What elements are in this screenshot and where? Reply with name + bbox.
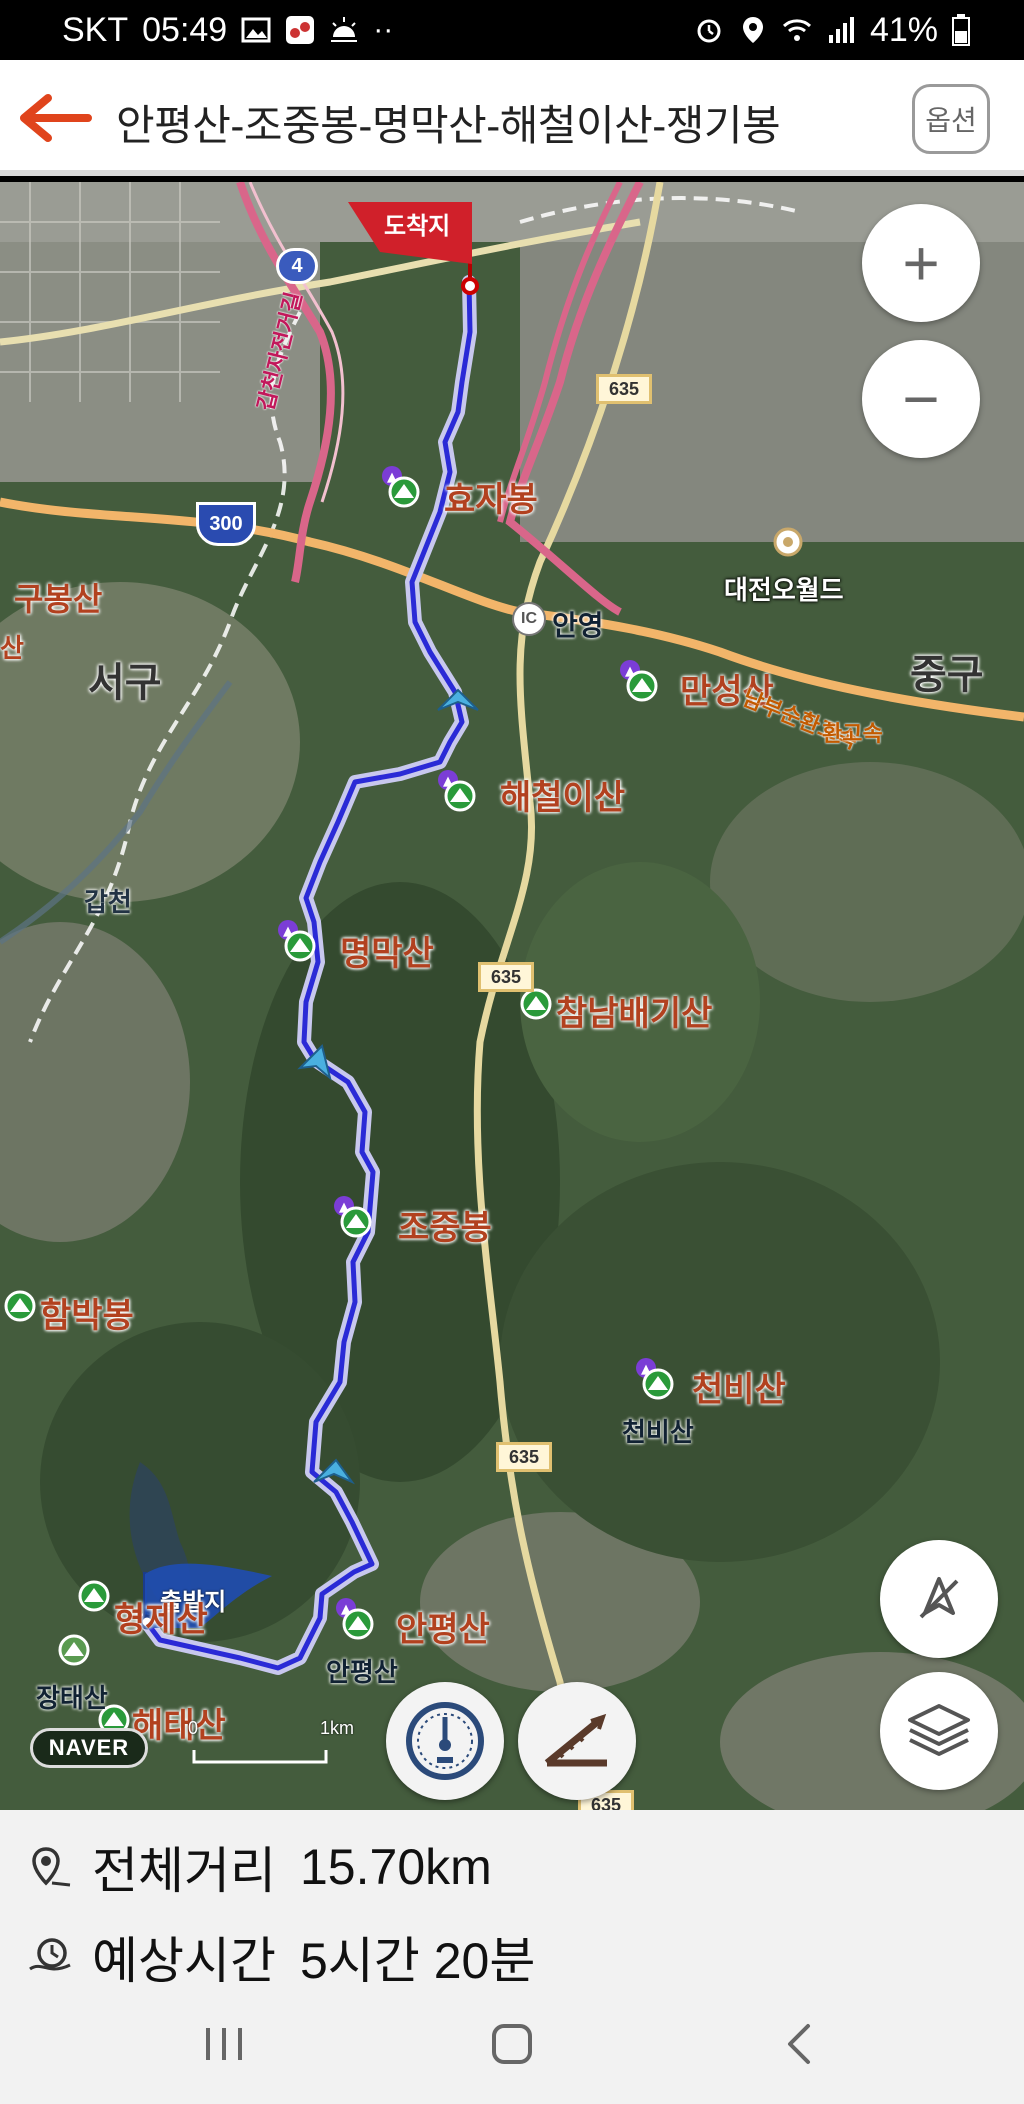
mountain-marker-icon[interactable]: ▲ [436,768,490,812]
peak-label: 안평산 [396,1611,490,1649]
time-label: 예상시간 [92,1933,276,1989]
peak-label: 함박봉 [40,1297,134,1335]
back-nav-icon[interactable] [770,2014,830,2074]
place-label: 천비산 [622,1417,694,1447]
more-dots-icon: ·· [373,13,394,46]
image-icon [241,17,271,43]
peak-label: 참남배기산 [556,995,713,1033]
partial-place-label: 산 [0,633,24,663]
location-toggle-button[interactable] [880,1540,998,1658]
distance-value: 15.70km [300,1839,492,1895]
recent-apps-icon[interactable] [194,2014,254,2074]
peak-label: 효자봉 [444,481,538,519]
mountain-marker-icon[interactable]: ▲ [634,1356,688,1400]
back-arrow-icon[interactable] [18,90,92,146]
time-row: 예상시간 5시간 20분 [26,1922,535,1992]
time-value: 5시간 20분 [300,1933,536,1989]
alarm-icon [697,19,721,43]
distance-label: 전체거리 [92,1843,276,1899]
zoom-out-button[interactable]: − [862,340,980,458]
mountain-marker-icon[interactable] [76,1578,112,1614]
clock: 05:49 [142,10,228,49]
option-button[interactable]: 옵션 [912,84,990,154]
mountain-marker-icon[interactable]: ▲ [276,918,330,962]
route-badge: 635 [496,1442,552,1472]
peak-label: 조중봉 [398,1209,492,1247]
district-label: 서구 [88,661,162,705]
peak-label: 해철이산 [500,779,626,817]
elevation-icon [544,1713,607,1767]
mountain-marker-icon[interactable]: ▲ [332,1194,386,1238]
layers-button[interactable] [880,1672,998,1790]
peak-label: 명막산 [340,935,434,973]
mountain-marker-icon[interactable]: ▲ [334,1596,388,1640]
mountain-marker-icon[interactable]: ▲ [380,464,434,508]
location-icon [742,17,763,43]
scale-start: 0 [188,1718,199,1738]
distance-pin-icon [32,1847,71,1887]
battery-icon [952,14,970,46]
mountain-marker-icon[interactable]: ▲ [618,658,672,702]
system-nav-bar [0,1984,1024,2104]
status-bar: SKT 05:49 ·· 41% [0,0,1024,60]
wifi-icon [782,19,811,41]
mountain-marker-icon[interactable] [56,1632,92,1668]
peak-label: 천비산 [692,1371,786,1409]
landmark-icon [773,527,803,557]
layers-icon [908,1704,970,1756]
route-badge: 300 [196,502,256,546]
place-label: 대전오월드 [724,575,844,605]
place-label: 안영 [552,610,604,641]
minus-icon: − [902,363,940,435]
home-icon[interactable] [482,2014,542,2074]
scale-end: 1km [320,1718,355,1738]
speedometer-icon [406,1702,484,1780]
route-badge: 635 [478,962,534,992]
expressway-label-2: 환고속 [822,721,883,746]
app-header: 안평산-조중봉-명막산-해철이산-쟁기봉 옵션 [0,60,1024,176]
location-off-icon [919,1577,959,1619]
route-info-panel: 전체거리 15.70km 예상시간 5시간 20분 [0,1810,1024,1989]
place-label: 갑천 [84,887,132,917]
place-label: 안평산 [326,1657,398,1687]
district-label: 중구 [910,653,984,697]
scale-bar [192,1750,328,1764]
peak-label: 구봉산 [14,581,103,617]
place-label: 장태산 [36,1683,108,1713]
signal-icon [828,17,854,43]
elevation-button[interactable] [518,1682,636,1800]
zoom-in-button[interactable]: + [862,204,980,322]
page-title: 안평산-조중봉-명막산-해철이산-쟁기봉 [116,102,781,149]
time-clock-icon [29,1938,71,1971]
app-icon [286,16,315,44]
map-view[interactable]: ▲ ▲ ▲ ▲ ▲ ▲ ▲ 도착지 출발지 효자봉 해철이산 명막산 조중봉 안… [0,182,1024,1810]
peak-label: 형제산 [114,1601,208,1639]
arrival-flag-label: 도착지 [384,213,451,240]
distance-row: 전체거리 15.70km [26,1832,492,1902]
carrier-label: SKT [62,10,129,49]
weather-icon [331,17,358,42]
mountain-marker-icon[interactable] [2,1288,38,1324]
naver-logo: NAVER [30,1728,148,1768]
battery-percent: 41% [869,10,938,49]
speedometer-button[interactable] [386,1682,504,1800]
plus-icon: + [902,227,940,299]
ic-badge: IC [512,602,546,636]
route-badge: 635 [596,374,652,404]
route-badge: 4 [276,248,318,284]
